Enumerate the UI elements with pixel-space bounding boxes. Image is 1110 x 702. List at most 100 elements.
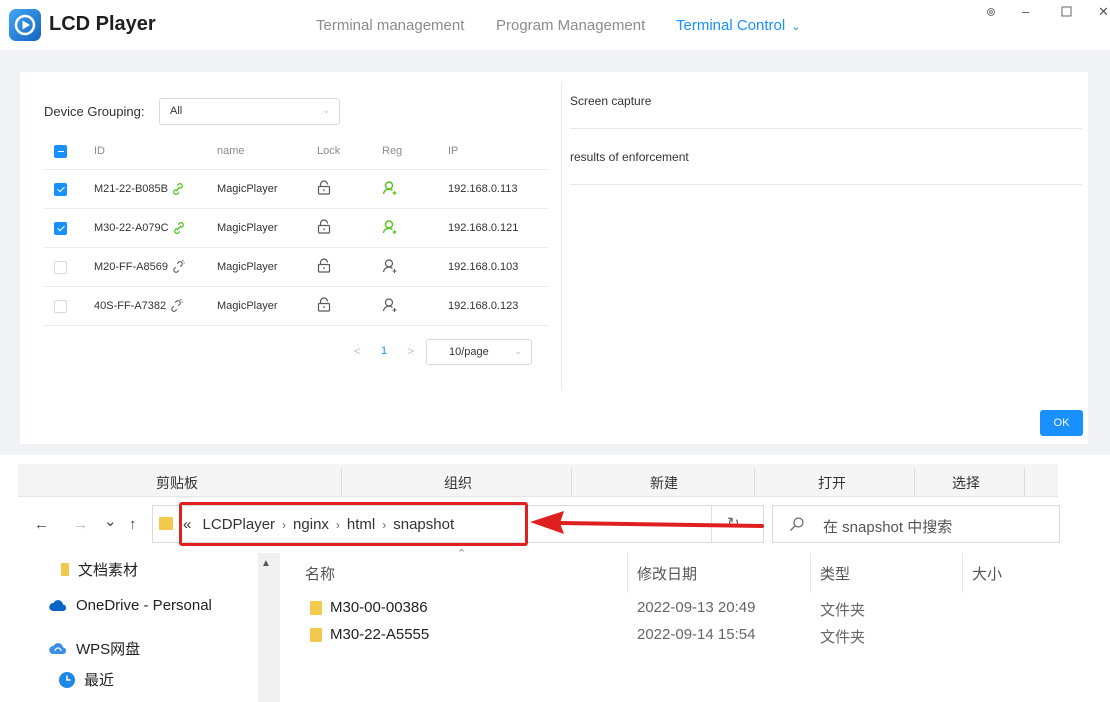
select-all-checkbox[interactable]: [54, 144, 67, 158]
divider: [1024, 468, 1025, 496]
registered-user-icon: [382, 219, 398, 238]
row-checkbox[interactable]: [54, 221, 67, 235]
path-highlight-annotation: [179, 502, 528, 546]
sort-ascending-icon: ⌃: [457, 548, 467, 560]
column-header-size[interactable]: 大小: [972, 563, 1002, 584]
column-id: ID: [94, 145, 105, 157]
table-row[interactable]: 40S-FF-A7382 MagicPlayer 192.168.0.123: [44, 287, 548, 326]
page-size-select[interactable]: 10/page ⌄: [426, 339, 532, 365]
device-table: ID name Lock Reg IP M21-22-B085B MagicPl…: [44, 133, 548, 326]
registered-user-icon: [382, 180, 398, 199]
nav-terminal-control[interactable]: Terminal Control ⌄: [676, 17, 800, 34]
page-1-button[interactable]: 1: [381, 345, 387, 357]
ribbon-clipboard[interactable]: 剪贴板: [156, 473, 198, 493]
divider: [627, 553, 628, 593]
maximize-icon[interactable]: [1061, 5, 1072, 20]
column-name: name: [217, 145, 245, 157]
ribbon-select[interactable]: 选择: [952, 473, 980, 493]
row-checkbox[interactable]: [54, 182, 67, 196]
search-icon: [789, 516, 805, 537]
results-label: results of enforcement: [570, 150, 689, 164]
row-checkbox[interactable]: [54, 260, 67, 274]
divider: [570, 184, 1082, 185]
annotation-arrow-icon: [530, 511, 764, 534]
search-input[interactable]: 在 snapshot 中搜索: [772, 505, 1060, 543]
nav-terminal-control-label: Terminal Control: [676, 17, 786, 34]
sidebar-item-documents[interactable]: 文档素材: [60, 559, 138, 580]
disconnected-link-icon: [169, 299, 183, 313]
file-modified: 2022-09-14 15:54: [637, 626, 756, 643]
sidebar-item-onedrive[interactable]: OneDrive - Personal: [48, 597, 212, 614]
unlock-icon[interactable]: [317, 219, 331, 237]
unregistered-user-icon: [382, 297, 398, 316]
divider: [962, 553, 963, 593]
ribbon-new[interactable]: 新建: [650, 473, 678, 493]
column-header-name[interactable]: 名称: [305, 563, 335, 584]
device-ip: 192.168.0.121: [448, 222, 519, 234]
chevron-down-icon: ⌄: [791, 21, 801, 33]
next-page-button[interactable]: >: [407, 344, 414, 358]
cloud-icon: [48, 599, 68, 612]
sidebar-item-label: 最近: [84, 672, 115, 689]
up-arrow-icon[interactable]: ↑: [129, 516, 137, 533]
device-id: 40S-FF-A7382: [94, 300, 167, 312]
table-row[interactable]: M30-22-A079C MagicPlayer 192.168.0.121: [44, 209, 548, 248]
panel-divider: [561, 82, 562, 390]
device-name: MagicPlayer: [217, 183, 278, 195]
device-id: M30-22-A079C: [94, 222, 169, 234]
app-logo-icon: [9, 9, 41, 41]
search-placeholder: 在 snapshot 中搜索: [823, 519, 953, 536]
device-grouping-label: Device Grouping:: [44, 104, 145, 119]
chevron-down-icon: ⌄: [514, 346, 522, 356]
unlock-icon[interactable]: [317, 258, 331, 276]
row-checkbox[interactable]: [54, 299, 67, 313]
minimize-icon[interactable]: –: [1022, 4, 1029, 19]
connected-link-icon: [171, 182, 185, 196]
recent-icon: [58, 671, 76, 689]
device-grouping-value: All: [170, 105, 183, 117]
sidebar-scrollbar[interactable]: [258, 553, 280, 702]
table-row[interactable]: M21-22-B085B MagicPlayer 192.168.0.113: [44, 170, 548, 209]
prev-page-button[interactable]: <: [354, 344, 361, 358]
device-grouping-select[interactable]: All ⌄: [159, 98, 340, 125]
connected-link-icon: [172, 221, 186, 235]
table-row[interactable]: M20-FF-A8569 MagicPlayer 192.168.0.103: [44, 248, 548, 287]
app-header: LCD Player Terminal management Program M…: [0, 0, 1110, 50]
scroll-up-icon[interactable]: ▲: [261, 558, 271, 569]
app-title: LCD Player: [49, 13, 156, 35]
ribbon-open[interactable]: 打开: [818, 473, 846, 493]
sidebar-item-recent[interactable]: 最近: [58, 669, 114, 690]
column-reg: Reg: [382, 145, 403, 157]
divider: [914, 468, 915, 496]
disconnected-link-icon: [171, 260, 185, 274]
unlock-icon[interactable]: [317, 297, 331, 315]
sidebar-item-wps[interactable]: WPS网盘: [48, 638, 140, 659]
sidebar-item-label: WPS网盘: [76, 641, 141, 658]
close-icon[interactable]: ✕: [1098, 4, 1109, 20]
column-header-type[interactable]: 类型: [820, 563, 850, 584]
nav-program-management[interactable]: Program Management: [496, 17, 645, 34]
nav-terminal-management[interactable]: Terminal management: [316, 17, 464, 34]
ok-button[interactable]: OK: [1040, 410, 1083, 436]
device-name: MagicPlayer: [217, 261, 278, 273]
recent-locations-icon[interactable]: ⌄: [104, 512, 117, 530]
ribbon-organize[interactable]: 组织: [444, 473, 472, 493]
settings-icon[interactable]: [985, 6, 997, 21]
file-row[interactable]: M30-22-A5555 2022-09-14 15:54 文件夹: [300, 622, 1060, 648]
table-header: ID name Lock Reg IP: [44, 133, 548, 170]
forward-arrow-icon[interactable]: →: [73, 516, 88, 533]
column-lock: Lock: [317, 145, 341, 157]
screen-capture-label: Screen capture: [570, 94, 652, 108]
file-type: 文件夹: [820, 602, 866, 619]
pagination: < 1 > 10/page ⌄: [350, 339, 532, 365]
explorer-ribbon: 剪贴板 组织 新建 打开 选择: [18, 464, 1058, 497]
device-id: M21-22-B085B: [94, 183, 168, 195]
file-row[interactable]: M30-00-00386 2022-09-13 20:49 文件夹: [300, 595, 1060, 621]
column-ip: IP: [448, 145, 459, 157]
unlock-icon[interactable]: [317, 180, 331, 198]
back-arrow-icon[interactable]: ←: [34, 516, 49, 533]
device-name: MagicPlayer: [217, 222, 278, 234]
file-explorer: 剪贴板 组织 新建 打开 选择 ← → ⌄ ↑ « LCDPlayer › ngin…: [0, 455, 1110, 702]
column-header-modified[interactable]: 修改日期: [637, 563, 697, 584]
device-id: M20-FF-A8569: [94, 261, 168, 273]
